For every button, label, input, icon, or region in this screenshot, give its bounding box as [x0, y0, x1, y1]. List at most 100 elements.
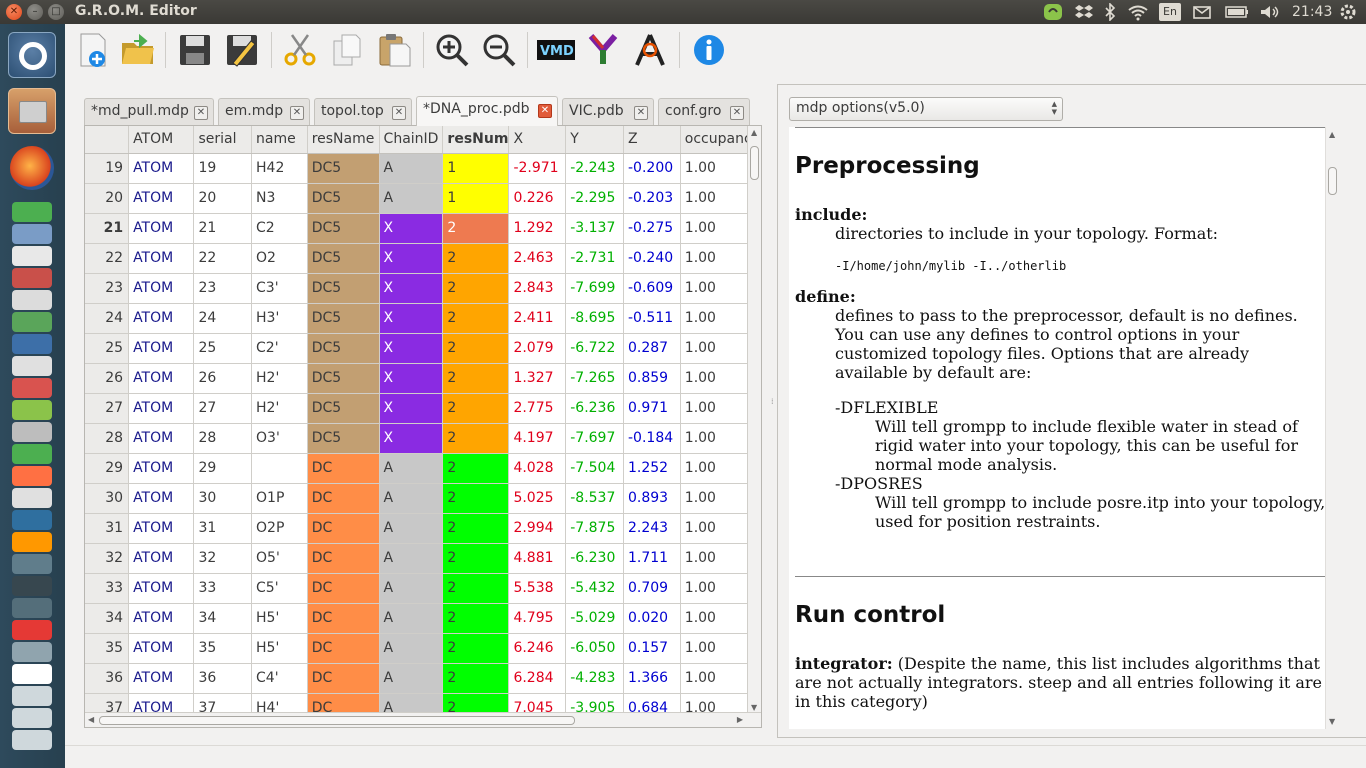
tab-close-icon[interactable]: ✕	[194, 106, 208, 120]
column-header[interactable]: Y	[565, 126, 624, 154]
resnum-cell[interactable]: 2	[442, 303, 510, 334]
atom-name-cell[interactable]: H5'	[251, 633, 308, 664]
table-row[interactable]: 24 ATOM 24 H3' DC5 X 2 2.411 -8.695 -0.511 1.00	[85, 303, 761, 334]
pane-splitter-handle[interactable]: ⁞	[771, 398, 775, 414]
save-as-button[interactable]	[223, 30, 261, 70]
z-coord-cell[interactable]: -0.511	[623, 303, 681, 334]
resname-cell[interactable]: DC	[307, 453, 380, 484]
resname-cell[interactable]: DC5	[307, 183, 380, 214]
chain-id-cell[interactable]: X	[379, 213, 444, 244]
scrollbar-thumb[interactable]	[1328, 167, 1337, 195]
x-coord-cell[interactable]: 1.292	[508, 213, 567, 244]
resnum-cell[interactable]: 2	[442, 333, 510, 364]
atom-cell[interactable]: ATOM	[128, 483, 195, 514]
resname-cell[interactable]: DC5	[307, 273, 380, 304]
resname-cell[interactable]: DC5	[307, 153, 380, 184]
calc-icon[interactable]	[12, 444, 52, 464]
atom-cell[interactable]: ATOM	[128, 423, 195, 454]
y-coord-cell[interactable]: -3.137	[565, 213, 624, 244]
resnum-cell[interactable]: 1	[442, 183, 510, 214]
z-coord-cell[interactable]: -0.184	[623, 423, 681, 454]
resnum-cell[interactable]: 2	[442, 213, 510, 244]
scrollbar-thumb[interactable]	[750, 146, 759, 180]
z-coord-cell[interactable]: 2.243	[623, 513, 681, 544]
app-icon-navy[interactable]	[12, 510, 52, 530]
atom-cell[interactable]: ATOM	[128, 333, 195, 364]
z-coord-cell[interactable]: 1.252	[623, 453, 681, 484]
tab-close-icon[interactable]: ✕	[538, 104, 552, 118]
row-header[interactable]: 32	[85, 543, 130, 574]
atom-cell[interactable]: ATOM	[128, 543, 195, 574]
serial-cell[interactable]: 22	[193, 243, 253, 274]
column-header[interactable]: serial	[193, 126, 253, 154]
resnum-cell[interactable]: 2	[442, 393, 510, 424]
row-header[interactable]: 29	[85, 453, 130, 484]
row-header[interactable]: 36	[85, 663, 130, 694]
row-header[interactable]: 34	[85, 603, 130, 634]
table-row[interactable]: 34 ATOM 34 H5' DC A 2 4.795 -5.029 0.020 1.00	[85, 603, 761, 634]
tab-em-mdp[interactable]: em.mdp ✕	[218, 98, 310, 125]
chain-id-cell[interactable]: X	[379, 363, 444, 394]
x-coord-cell[interactable]: 2.079	[508, 333, 567, 364]
resnum-cell[interactable]: 2	[442, 273, 510, 304]
zoom-in-button[interactable]	[433, 30, 471, 70]
presentation-icon[interactable]	[12, 378, 52, 398]
window-close-button[interactable]: ✕	[6, 4, 22, 20]
serial-cell[interactable]: 29	[193, 453, 253, 484]
app-center-icon[interactable]	[12, 466, 52, 486]
atom-cell[interactable]: ATOM	[128, 603, 195, 634]
serial-cell[interactable]: 20	[193, 183, 253, 214]
table-row[interactable]: 32 ATOM 32 O5' DC A 2 4.881 -6.230 1.711 1.00	[85, 543, 761, 574]
scrollbar-thumb[interactable]	[99, 716, 575, 725]
chain-id-cell[interactable]: X	[379, 393, 444, 424]
resname-cell[interactable]: DC	[307, 603, 380, 634]
table-row[interactable]: 21 ATOM 21 C2 DC5 X 2 1.292 -3.137 -0.275 1.00	[85, 213, 761, 244]
row-header[interactable]: 22	[85, 243, 130, 274]
table-row[interactable]: 35 ATOM 35 H5' DC A 2 6.246 -6.050 0.157 1.00	[85, 633, 761, 664]
x-coord-cell[interactable]: 4.028	[508, 453, 567, 484]
atom-cell[interactable]: ATOM	[128, 453, 195, 484]
chain-id-cell[interactable]: A	[379, 573, 444, 604]
atom-name-cell[interactable]: C2	[251, 213, 308, 244]
tab-close-icon[interactable]: ✕	[730, 106, 744, 120]
y-coord-cell[interactable]: -5.029	[565, 603, 624, 634]
resname-cell[interactable]: DC5	[307, 213, 380, 244]
cut-button[interactable]	[281, 30, 319, 70]
z-coord-cell[interactable]: 0.971	[623, 393, 681, 424]
text-editor-icon[interactable]	[12, 290, 52, 310]
app-icon-red[interactable]	[12, 268, 52, 288]
table-row[interactable]: 26 ATOM 26 H2' DC5 X 2 1.327 -7.265 0.859 1.00	[85, 363, 761, 394]
y-coord-cell[interactable]: -7.875	[565, 513, 624, 544]
resnum-cell[interactable]: 2	[442, 363, 510, 394]
app-icon-dark[interactable]	[12, 598, 52, 618]
y-coord-cell[interactable]: -5.432	[565, 573, 624, 604]
y-coord-cell[interactable]: -2.731	[565, 243, 624, 274]
about-button[interactable]	[690, 30, 728, 70]
trash-icon[interactable]	[12, 730, 52, 750]
atom-name-cell[interactable]: H2'	[251, 363, 308, 394]
z-coord-cell[interactable]: 0.893	[623, 483, 681, 514]
column-header[interactable]: ChainID	[379, 126, 444, 154]
row-header[interactable]: 31	[85, 513, 130, 544]
x-coord-cell[interactable]: 4.881	[508, 543, 567, 574]
table-row[interactable]: 31 ATOM 31 O2P DC A 2 2.994 -7.875 2.243 1.00	[85, 513, 761, 544]
vmd-button[interactable]: VMD	[537, 30, 575, 70]
resname-cell[interactable]: DC5	[307, 393, 380, 424]
y-coord-cell[interactable]: -6.050	[565, 633, 624, 664]
resnum-cell[interactable]: 2	[442, 573, 510, 604]
table-row[interactable]: 23 ATOM 23 C3' DC5 X 2 2.843 -7.699 -0.609 1.00	[85, 273, 761, 304]
chain-id-cell[interactable]: A	[379, 453, 444, 484]
messaging-icon[interactable]	[1043, 3, 1063, 21]
chrome-icon[interactable]	[12, 202, 52, 222]
atom-cell[interactable]: ATOM	[128, 513, 195, 544]
serial-cell[interactable]: 31	[193, 513, 253, 544]
audio-icon[interactable]	[12, 620, 52, 640]
y-coord-cell[interactable]: -7.504	[565, 453, 624, 484]
atom-name-cell[interactable]: O2	[251, 243, 308, 274]
avogadro-button[interactable]	[631, 30, 669, 70]
resnum-cell[interactable]: 1	[442, 153, 510, 184]
y-coord-cell[interactable]: -7.265	[565, 363, 624, 394]
table-row[interactable]: 25 ATOM 25 C2' DC5 X 2 2.079 -6.722 0.287 1.00	[85, 333, 761, 364]
x-coord-cell[interactable]: 2.775	[508, 393, 567, 424]
doc-vertical-scrollbar[interactable]: ▲ ▼	[1325, 127, 1339, 729]
